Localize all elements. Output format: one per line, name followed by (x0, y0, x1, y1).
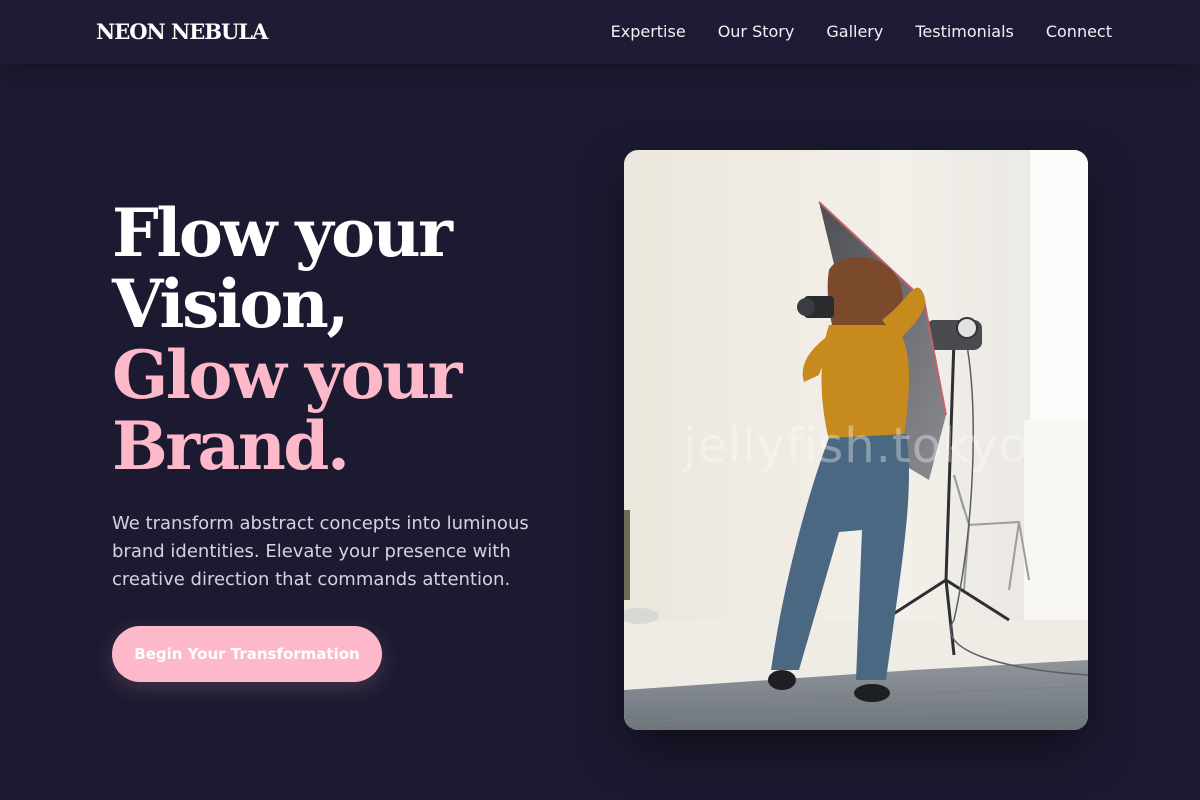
brand-logo[interactable]: NEON NEBULA (96, 19, 268, 44)
begin-transformation-button[interactable]: Begin Your Transformation (112, 626, 382, 682)
nav-link-expertise[interactable]: Expertise (611, 22, 686, 42)
hero-description: We transform abstract concepts into lumi… (112, 513, 529, 590)
hero-image: jellyfish.tokyo (624, 150, 1088, 730)
nav-link-testimonials[interactable]: Testimonials (915, 22, 1014, 42)
nav-link-gallery[interactable]: Gallery (826, 22, 883, 42)
hero-headline: Flow your Vision, Glow your Brand. (112, 198, 582, 482)
headline-line-2: Vision, (112, 265, 349, 343)
main-nav: Expertise Our Story Gallery Testimonials… (611, 22, 1112, 42)
headline-line-4: Brand. (112, 407, 350, 485)
headline-line-1: Flow your (112, 194, 453, 272)
top-navbar: NEON NEBULA Expertise Our Story Gallery … (0, 0, 1200, 64)
nav-link-our-story[interactable]: Our Story (718, 22, 795, 42)
nav-link-connect[interactable]: Connect (1046, 22, 1112, 42)
hero-text-block: Flow your Vision, Glow your Brand. (112, 198, 582, 482)
photo-studio-photographer-image (624, 150, 1088, 730)
headline-line-3: Glow your (112, 336, 462, 414)
